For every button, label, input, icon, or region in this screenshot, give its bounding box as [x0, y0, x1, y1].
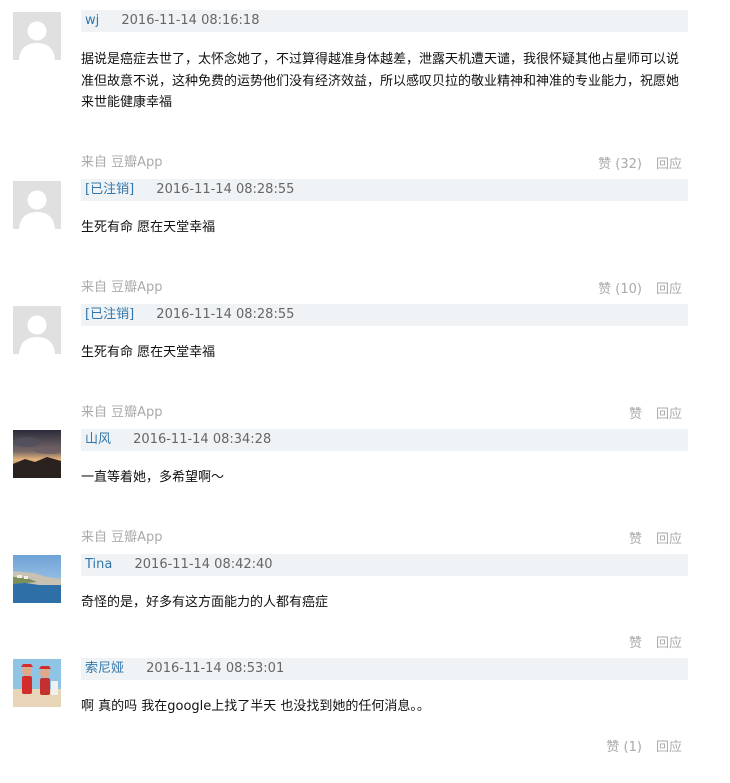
comment-header: Tina 2016-11-14 08:42:40: [81, 554, 688, 576]
default-avatar-icon: [13, 181, 61, 229]
comment-timestamp: 2016-11-14 08:28:55: [156, 307, 295, 322]
comment-timestamp: 2016-11-14 08:53:01: [146, 661, 285, 676]
comment-text: 生死有命 愿在天堂幸福: [81, 220, 216, 235]
comment-header: wj 2016-11-14 08:16:18: [81, 10, 688, 32]
comment-source: 来自 豆瓣App: [81, 405, 163, 420]
comment-header: 山风 2016-11-14 08:34:28: [81, 429, 688, 451]
comment-author-link[interactable]: Tina: [85, 557, 112, 572]
default-avatar-icon: [13, 306, 61, 354]
comment-timestamp: 2016-11-14 08:34:28: [133, 432, 272, 447]
comment-actions: 赞回应: [629, 403, 682, 422]
like-button[interactable]: 赞 (10): [598, 282, 642, 297]
like-button[interactable]: 赞 (32): [598, 157, 642, 172]
like-button[interactable]: 赞: [629, 636, 642, 651]
like-button[interactable]: 赞 (1): [606, 740, 642, 755]
comment-author-link[interactable]: wj: [85, 13, 99, 28]
comment-actions: 赞 (10) 回应: [598, 278, 682, 297]
comment-text: 一直等着她，多希望啊～: [81, 470, 225, 485]
reply-button[interactable]: 回应: [656, 636, 682, 651]
reply-button[interactable]: 回应: [656, 407, 682, 422]
comment-source: 来自 豆瓣App: [81, 530, 163, 545]
comment-actions: 赞 (1) 回应: [606, 736, 682, 755]
reply-button[interactable]: 回应: [656, 740, 682, 755]
reply-button[interactable]: 回应: [656, 157, 682, 172]
comment-text: 据说是癌症去世了，太怀念她了，不过算得越准身体越差，泄露天机遭天谴，我很怀疑其他…: [81, 52, 680, 110]
comment-author-link[interactable]: 索尼娅: [85, 661, 124, 676]
user-avatar[interactable]: [13, 555, 61, 603]
comment-header: [已注销] 2016-11-14 08:28:55: [81, 304, 688, 326]
comment-text: 奇怪的是，好多有这方面能力的人都有癌症: [81, 595, 329, 610]
user-avatar[interactable]: [13, 659, 61, 707]
comment-actions: 赞回应: [629, 528, 682, 547]
comment-timestamp: 2016-11-14 08:28:55: [156, 182, 295, 197]
user-avatar[interactable]: [13, 306, 61, 354]
comment-author-link[interactable]: 山风: [85, 432, 111, 447]
comment-author-link[interactable]: [已注销]: [85, 182, 134, 197]
comment-text: 生死有命 愿在天堂幸福: [81, 345, 216, 360]
comment-timestamp: 2016-11-14 08:42:40: [134, 557, 273, 572]
comment-source: 来自 豆瓣App: [81, 280, 163, 295]
comment-timestamp: 2016-11-14 08:16:18: [121, 13, 260, 28]
red-figures-avatar: [13, 659, 61, 707]
seaside-town-avatar: [13, 555, 61, 603]
comment-actions: 赞回应: [629, 632, 682, 651]
like-button[interactable]: 赞: [629, 407, 642, 422]
comment-source: 来自 豆瓣App: [81, 155, 163, 170]
user-avatar[interactable]: [13, 181, 61, 229]
reply-button[interactable]: 回应: [656, 282, 682, 297]
user-avatar[interactable]: [13, 12, 61, 60]
default-avatar-icon: [13, 12, 61, 60]
comment-author-link[interactable]: [已注销]: [85, 307, 134, 322]
comment-header: 索尼娅 2016-11-14 08:53:01: [81, 658, 688, 680]
comment-header: [已注销] 2016-11-14 08:28:55: [81, 179, 688, 201]
reply-button[interactable]: 回应: [656, 532, 682, 547]
comment-actions: 赞 (32) 回应: [598, 153, 682, 172]
comment-text: 啊 真的吗 我在google上找了半天 也没找到她的任何消息。。: [81, 699, 430, 714]
user-avatar[interactable]: [13, 430, 61, 478]
like-button[interactable]: 赞: [629, 532, 642, 547]
sunset-landscape-avatar: [13, 430, 61, 478]
